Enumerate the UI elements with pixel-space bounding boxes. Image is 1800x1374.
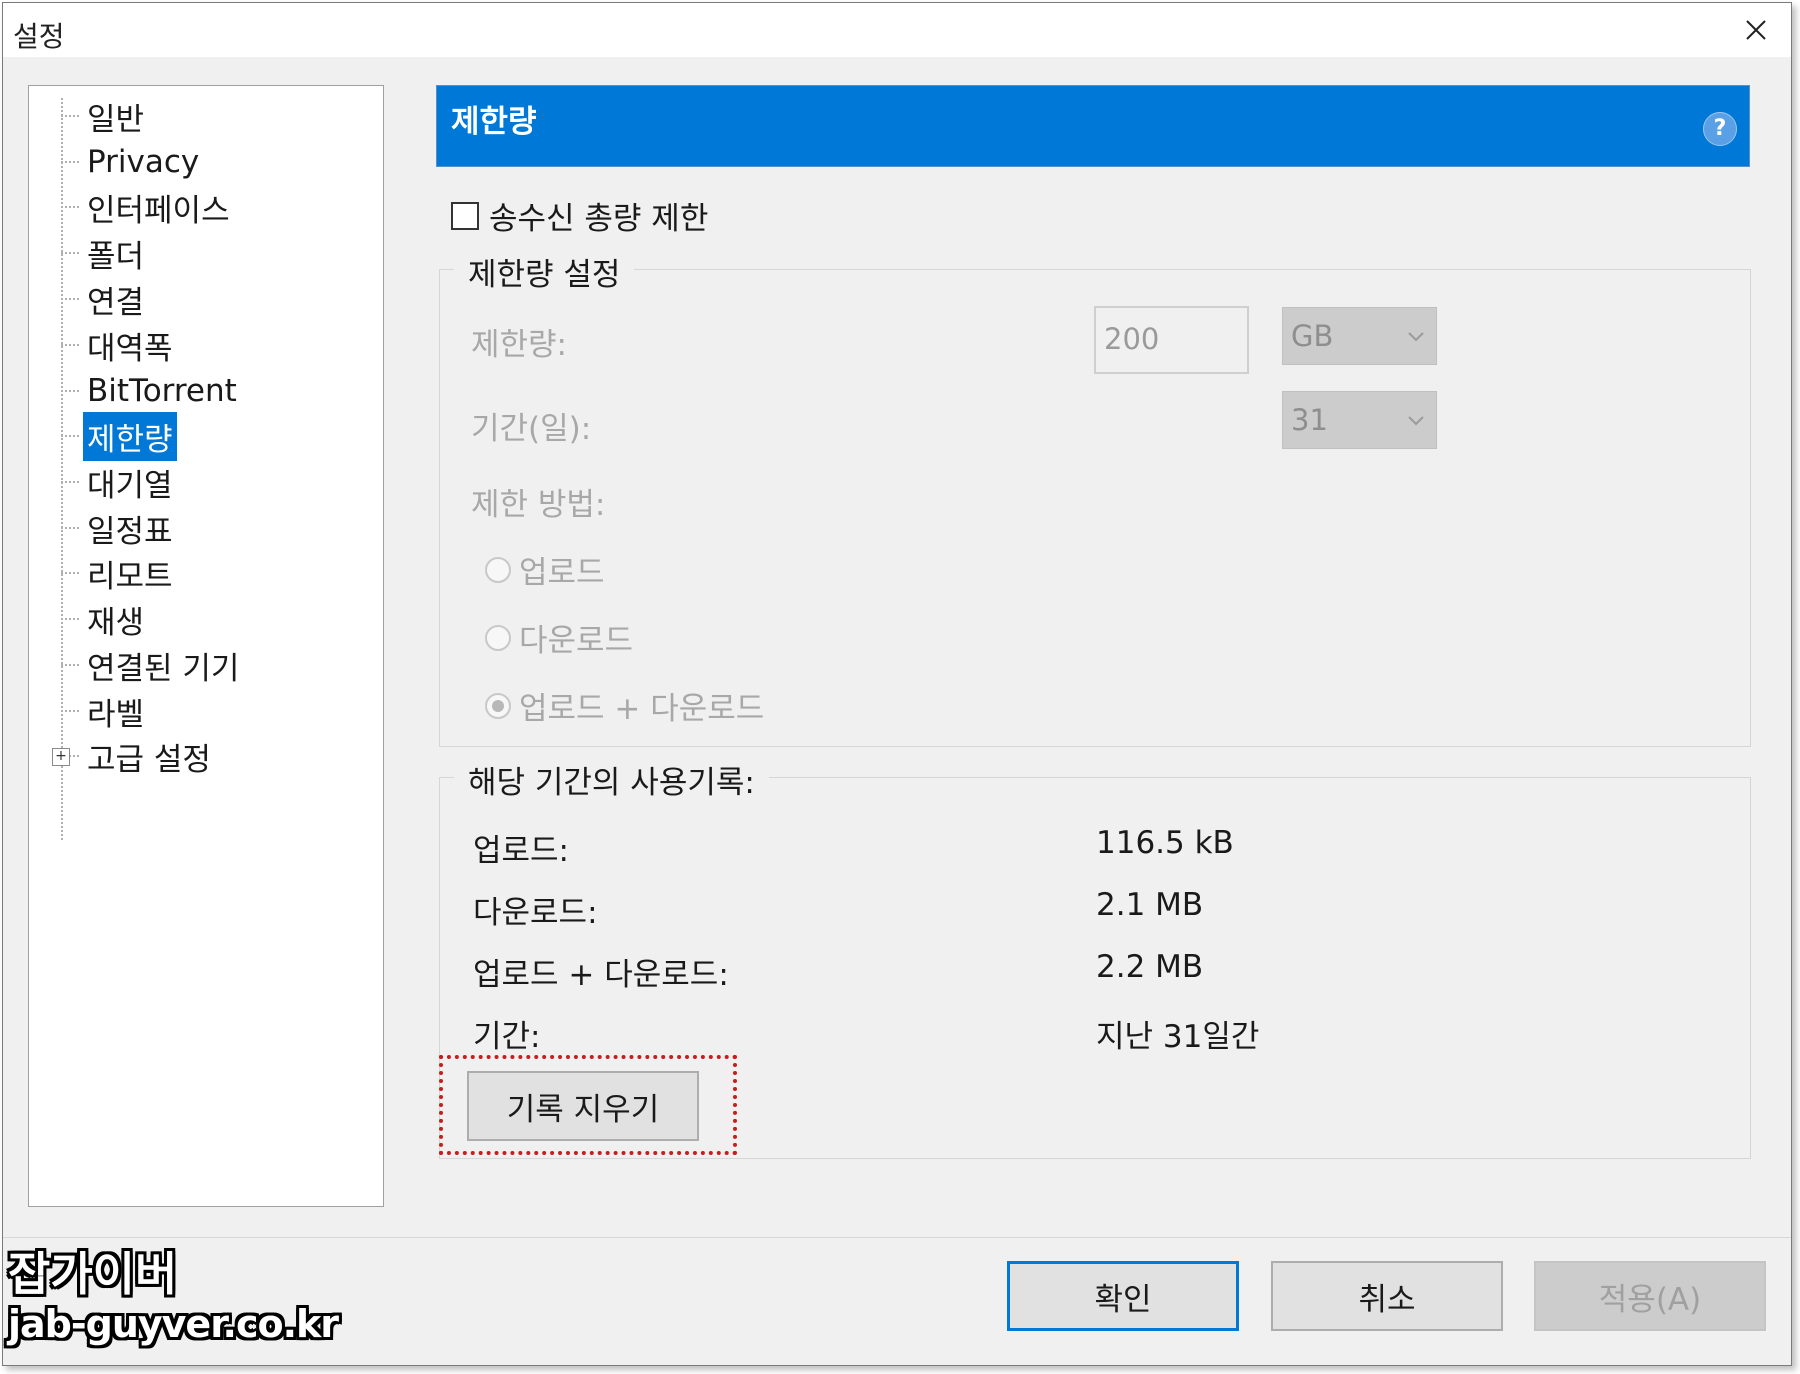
tree-item-bittorrent[interactable]: BitTorrent xyxy=(29,369,241,413)
enable-transfer-cap-checkbox[interactable] xyxy=(451,201,479,230)
tree-item-label: 일정표 xyxy=(87,513,173,550)
tree-item-label: 라벨 xyxy=(87,696,145,733)
close-button[interactable] xyxy=(1721,3,1791,57)
method-upload-option[interactable]: 업로드 xyxy=(485,547,605,592)
amount-input[interactable]: 200 xyxy=(1094,306,1249,374)
period-usage-value: 지난 31일간 xyxy=(1096,1019,1260,1055)
tree-item-labels[interactable]: 라벨 xyxy=(29,689,148,733)
cancel-button[interactable]: 취소 xyxy=(1271,1261,1503,1331)
tree-item-privacy[interactable]: Privacy xyxy=(29,140,203,184)
settings-tree: 일반 Privacy 인터페이스 폴더 연결 대역폭 BitTorrent 제한… xyxy=(28,85,384,1207)
tree-item-scheduler[interactable]: 일정표 xyxy=(29,506,177,550)
tree-item-queueing[interactable]: 대기열 xyxy=(29,460,177,504)
radio-label: 업로드 xyxy=(519,555,605,591)
tree-item-folders[interactable]: 폴더 xyxy=(29,231,148,275)
chevron-down-icon xyxy=(1408,332,1424,342)
upload-usage-value: 116.5 kB xyxy=(1096,825,1234,861)
tree-item-label: 연결 xyxy=(87,284,145,321)
radio-label: 다운로드 xyxy=(519,623,634,659)
radio-button[interactable] xyxy=(485,624,511,651)
panel-header: 제한량 ? xyxy=(436,85,1750,167)
download-usage-value: 2.1 MB xyxy=(1096,887,1204,923)
title-bar: 설정 xyxy=(3,3,1791,57)
panel-title: 제한량 xyxy=(451,104,537,140)
tree-item-label: 인터페이스 xyxy=(87,192,230,229)
upload-usage-label: 업로드: xyxy=(473,833,570,869)
period-select[interactable]: 31 xyxy=(1282,391,1437,449)
tree-item-label: 대역폭 xyxy=(87,330,173,367)
total-usage-value: 2.2 MB xyxy=(1096,949,1204,985)
tree-item-label: 리모트 xyxy=(87,558,173,595)
chevron-down-icon xyxy=(1408,416,1424,426)
amount-label: 제한량: xyxy=(471,327,568,363)
settings-dialog: 설정 일반 Privacy 인터페이스 폴더 연결 대역폭 BitTorrent… xyxy=(2,2,1792,1366)
tree-item-bandwidth[interactable]: 대역폭 xyxy=(29,323,177,367)
tree-item-label: Privacy xyxy=(87,144,200,180)
expand-plus-icon[interactable]: + xyxy=(52,748,70,766)
tree-item-connection[interactable]: 연결 xyxy=(29,277,148,321)
limit-settings-legend: 제한량 설정 xyxy=(454,249,635,294)
usage-history-legend: 해당 기간의 사용기록: xyxy=(454,757,769,802)
tree-item-transfer-cap[interactable]: 제한량 xyxy=(29,411,177,461)
method-download-option[interactable]: 다운로드 xyxy=(485,615,633,660)
help-icon[interactable]: ? xyxy=(1703,112,1737,146)
watermark-title: 잡가이버 xyxy=(8,1247,178,1301)
radio-label: 업로드 + 다운로드 xyxy=(519,691,765,727)
period-value: 31 xyxy=(1291,403,1328,437)
amount-unit-value: GB xyxy=(1291,319,1334,353)
close-icon xyxy=(1746,20,1766,40)
tree-item-label: 제한량 xyxy=(83,411,177,461)
radio-button-selected[interactable] xyxy=(485,692,511,719)
tree-item-label: 폴더 xyxy=(87,238,145,275)
window-title: 설정 xyxy=(13,20,65,53)
tree-item-remote[interactable]: 리모트 xyxy=(29,551,177,595)
tree-item-label: 대기열 xyxy=(87,467,173,504)
tree-item-label: BitTorrent xyxy=(87,373,237,409)
apply-button[interactable]: 적용(A) xyxy=(1534,1261,1766,1331)
tree-item-label: 연결된 기기 xyxy=(87,650,240,687)
period-label: 기간(일): xyxy=(471,411,592,447)
tree-item-paired-devices[interactable]: 연결된 기기 xyxy=(29,643,243,687)
method-both-option[interactable]: 업로드 + 다운로드 xyxy=(485,683,764,728)
tree-item-label: 일반 xyxy=(87,101,145,138)
total-usage-label: 업로드 + 다운로드: xyxy=(473,957,729,993)
tree-item-label: 고급 설정 xyxy=(87,741,211,778)
footer-separator xyxy=(3,1237,1791,1238)
radio-button[interactable] xyxy=(485,556,511,583)
amount-unit-select[interactable]: GB xyxy=(1282,307,1437,365)
tree-item-interface[interactable]: 인터페이스 xyxy=(29,185,234,229)
tree-item-playback[interactable]: 재생 xyxy=(29,597,148,641)
watermark-url: jab-guyver.co.kr xyxy=(8,1302,339,1346)
tree-item-label: 재생 xyxy=(87,604,145,641)
enable-transfer-cap-row[interactable]: 송수신 총량 제한 xyxy=(451,193,708,238)
clear-history-button[interactable]: 기록 지우기 xyxy=(467,1071,699,1141)
period-usage-label: 기간: xyxy=(473,1019,541,1055)
tree-item-general[interactable]: 일반 xyxy=(29,94,148,138)
ok-button[interactable]: 확인 xyxy=(1007,1261,1239,1331)
method-label: 제한 방법: xyxy=(471,487,606,523)
download-usage-label: 다운로드: xyxy=(473,895,598,931)
checkbox-label: 송수신 총량 제한 xyxy=(489,201,709,237)
